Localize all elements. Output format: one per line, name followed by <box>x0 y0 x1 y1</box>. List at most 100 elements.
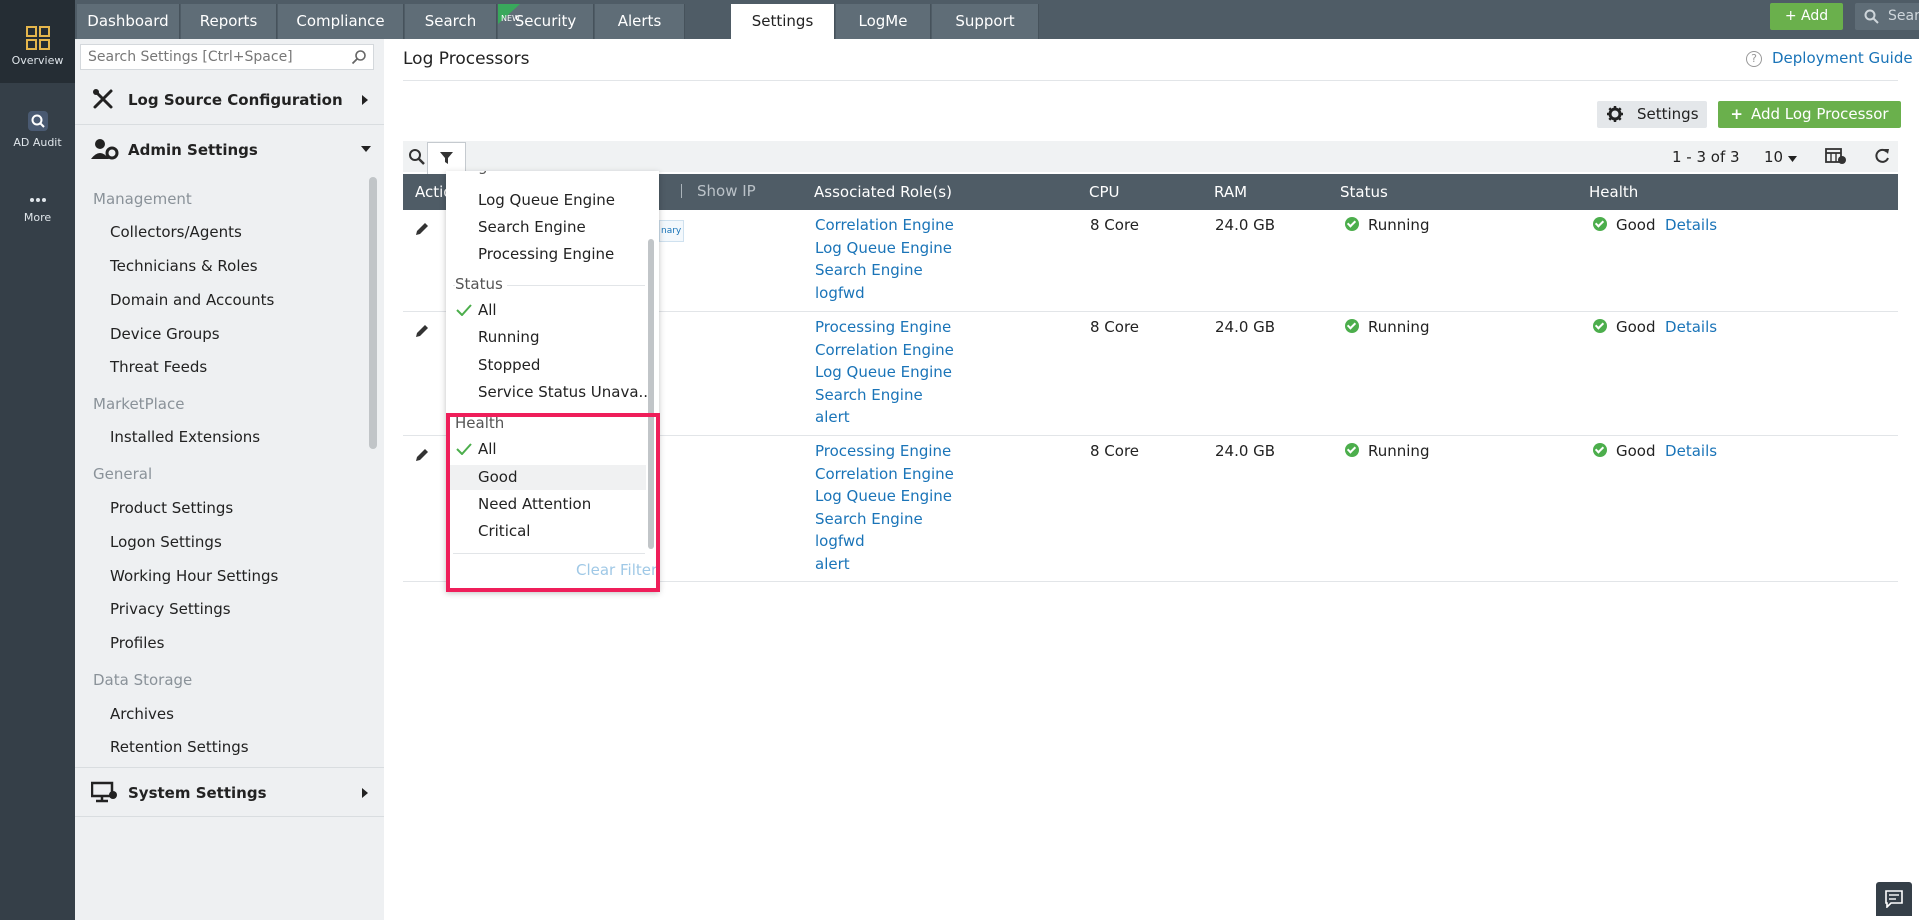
role-link[interactable]: alert <box>815 406 954 429</box>
search-icon <box>351 50 366 65</box>
deployment-guide-link[interactable]: ? Deployment Guide <box>1746 49 1913 67</box>
status-text: Running <box>1368 442 1430 460</box>
sidebar-item-privacy-settings[interactable]: Privacy Settings <box>110 600 231 618</box>
col-ram[interactable]: RAM <box>1214 174 1247 210</box>
refresh-icon[interactable] <box>1873 147 1891 165</box>
role-link[interactable]: alert <box>815 553 954 576</box>
settings-button[interactable]: Settings <box>1597 101 1707 128</box>
tab-support[interactable]: Support <box>932 4 1039 39</box>
role-link[interactable]: logfwd <box>815 282 954 305</box>
role-link[interactable]: Log Queue Engine <box>815 361 954 384</box>
tab-alerts[interactable]: Alerts <box>595 4 685 39</box>
rail-item-more[interactable]: More <box>0 193 75 238</box>
filter-role-log-queue-engine[interactable]: Log Queue Engine <box>478 191 615 209</box>
rail-item-ad-audit[interactable]: AD Audit <box>0 110 75 160</box>
section-label: Log Source Configuration <box>128 91 343 109</box>
role-link[interactable]: Search Engine <box>815 259 954 282</box>
status-cell: Running <box>1345 440 1429 463</box>
health-cell: Good Details <box>1593 316 1717 339</box>
col-cpu[interactable]: CPU <box>1089 174 1120 210</box>
roles-cell: Processing Engine Correlation Engine Log… <box>815 316 954 429</box>
cpu-cell: 8 Core <box>1090 318 1140 336</box>
details-link[interactable]: Details <box>1665 216 1717 234</box>
tab-dashboard[interactable]: Dashboard <box>77 4 180 39</box>
tab-settings[interactable]: Settings <box>731 4 835 39</box>
section-system-settings[interactable]: System Settings <box>75 767 384 817</box>
status-text: Running <box>1368 216 1430 234</box>
edit-icon[interactable] <box>415 222 429 236</box>
rail-item-overview[interactable]: Overview <box>0 0 75 83</box>
col-health[interactable]: Health <box>1589 174 1638 210</box>
settings-button-label: Settings <box>1637 105 1699 123</box>
role-link[interactable]: Correlation Engine <box>815 463 954 486</box>
divider <box>403 80 1898 81</box>
section-admin-settings[interactable]: Admin Settings <box>75 125 384 175</box>
col-roles[interactable]: Associated Role(s) <box>814 174 952 210</box>
details-link[interactable]: Details <box>1665 318 1717 336</box>
role-link[interactable]: Log Queue Engine <box>815 237 954 260</box>
filter-status-running[interactable]: Running <box>478 328 539 346</box>
filter-role-search-engine[interactable]: Search Engine <box>478 218 586 236</box>
status-cell: Running <box>1345 316 1429 339</box>
tab-search[interactable]: Search <box>405 4 497 39</box>
add-log-processor-button[interactable]: + Add Log Processor <box>1718 101 1901 128</box>
col-status[interactable]: Status <box>1340 174 1388 210</box>
divider <box>681 184 682 198</box>
per-page-select[interactable]: 10 <box>1764 148 1797 166</box>
group-management: Management <box>93 190 192 208</box>
sidebar-item-archives[interactable]: Archives <box>110 705 174 723</box>
sidebar-item-profiles[interactable]: Profiles <box>110 634 164 652</box>
global-search-input[interactable]: Search <box>1855 3 1919 30</box>
settings-search-input[interactable]: Search Settings [Ctrl+Space] <box>80 44 374 70</box>
group-data-storage: Data Storage <box>93 671 193 689</box>
details-link[interactable]: Details <box>1665 442 1717 460</box>
tab-logme[interactable]: LogMe <box>836 4 931 39</box>
role-link[interactable]: Correlation Engine <box>815 214 954 237</box>
role-link[interactable]: logfwd <box>815 530 954 553</box>
role-link[interactable]: Processing Engine <box>815 440 954 463</box>
chat-button[interactable] <box>1876 882 1912 916</box>
edit-icon[interactable] <box>415 448 429 462</box>
sidebar-item-domain-accounts[interactable]: Domain and Accounts <box>110 291 274 309</box>
tools-icon <box>93 89 113 109</box>
sidebar-item-logon-settings[interactable]: Logon Settings <box>110 533 222 551</box>
role-link[interactable]: Correlation Engine <box>815 339 954 362</box>
roles-cell: Correlation Engine Log Queue Engine Sear… <box>815 214 954 304</box>
caret-right-icon <box>362 95 368 105</box>
ram-cell: 24.0 GB <box>1215 216 1276 234</box>
filter-status-all[interactable]: All <box>478 301 497 319</box>
health-text: Good <box>1616 318 1656 336</box>
sidebar-item-collectors-agents[interactable]: Collectors/Agents <box>110 223 242 241</box>
section-log-source-configuration[interactable]: Log Source Configuration <box>75 75 384 125</box>
filter-role-processing-engine[interactable]: Processing Engine <box>478 245 614 263</box>
sidebar-item-product-settings[interactable]: Product Settings <box>110 499 233 517</box>
sidebar-scrollbar[interactable] <box>369 177 377 449</box>
role-link[interactable]: Search Engine <box>815 508 954 531</box>
filter-button[interactable] <box>427 142 466 174</box>
sidebar-item-device-groups[interactable]: Device Groups <box>110 325 220 343</box>
role-link[interactable]: Search Engine <box>815 384 954 407</box>
settings-sidebar: Search Settings [Ctrl+Space] Log Source … <box>75 39 384 920</box>
sidebar-item-installed-extensions[interactable]: Installed Extensions <box>110 428 260 446</box>
filter-status-service-unavailable[interactable]: Service Status Unava... <box>478 383 653 401</box>
search-icon <box>1864 9 1879 24</box>
health-text: Good <box>1616 216 1656 234</box>
section-label: Admin Settings <box>128 141 258 159</box>
columns-icon[interactable] <box>1825 147 1847 165</box>
ad-audit-icon <box>27 111 48 131</box>
edit-icon[interactable] <box>415 324 429 338</box>
filter-status-stopped[interactable]: Stopped <box>478 356 540 374</box>
show-ip-toggle[interactable]: Show IP <box>697 182 756 200</box>
top-nav: Dashboard Reports Compliance Search NEW … <box>75 0 1919 39</box>
role-link[interactable]: Processing Engine <box>815 316 954 339</box>
sidebar-item-retention-settings[interactable]: Retention Settings <box>110 738 249 756</box>
role-link[interactable]: Log Queue Engine <box>815 485 954 508</box>
add-button[interactable]: + Add <box>1770 3 1843 30</box>
table-search-icon[interactable] <box>408 148 426 166</box>
sidebar-item-technicians-roles[interactable]: Technicians & Roles <box>110 257 258 275</box>
tab-compliance[interactable]: Compliance <box>278 4 404 39</box>
tab-reports[interactable]: Reports <box>181 4 277 39</box>
sidebar-item-threat-feeds[interactable]: Threat Feeds <box>110 358 207 376</box>
sidebar-item-working-hour-settings[interactable]: Working Hour Settings <box>110 567 278 585</box>
tab-security[interactable]: NEW Security <box>498 4 594 39</box>
